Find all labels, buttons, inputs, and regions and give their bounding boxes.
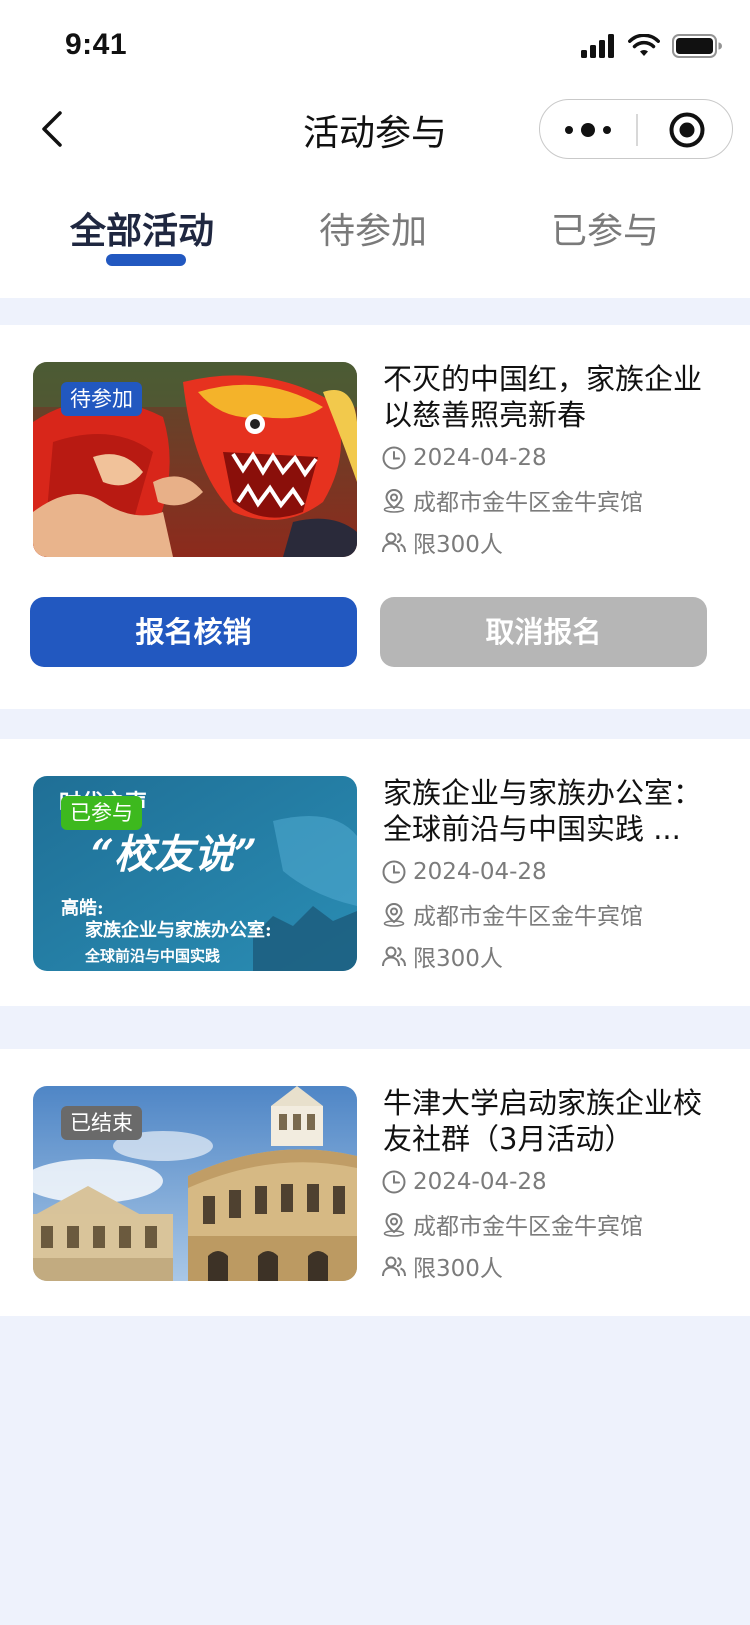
cancel-registration-button[interactable]: 取消报名 [380,597,707,667]
poster-line1-text: 家族企业与家族办公室: [85,919,272,941]
people-icon [382,946,406,967]
mini-program-capsule [539,99,733,159]
event-image: 已结束 [33,1086,357,1281]
event-capacity-text: 限300人 [413,532,503,558]
poster-speaker-text: 高皓: [61,897,104,919]
location-pin-icon [383,902,405,927]
target-icon [669,112,705,148]
clock-icon [382,860,406,884]
location-pin-icon [383,1212,405,1237]
status-badge: 待参加 [61,382,142,416]
event-location: 成都市金牛区金牛宾馆 [381,1209,643,1240]
event-capacity: 限300人 [381,527,503,558]
event-title: 不灭的中国红，家族企业以慈善照亮新春 [383,362,703,432]
tab-all-events[interactable]: 全部活动 [27,202,257,254]
location-pin-icon [383,488,405,513]
tab-active-indicator [106,254,186,266]
event-date-text: 2024-04-28 [413,1169,547,1195]
people-icon [382,532,406,553]
status-badge: 已参与 [61,796,142,830]
event-date-text: 2024-04-28 [413,859,547,885]
status-badge: 已结束 [61,1106,142,1140]
event-image: 待参加 [33,362,357,557]
event-location: 成都市金牛区金牛宾馆 [381,485,643,516]
event-date: 2024-04-28 [381,1167,547,1197]
close-mini-program-button[interactable] [638,100,732,160]
people-icon [382,1256,406,1277]
status-icons [580,34,722,58]
event-card[interactable]: 已结束 牛津大学启动家族企业校友社群（3月活动） 2024-04-28 成都市金… [0,1049,750,1316]
event-image: 时代之声 “校友说” 高皓: 家族企业与家族办公室: 全球前沿与中国实践 已参与 [33,776,357,971]
event-location-text: 成都市金牛区金牛宾馆 [413,490,643,516]
event-location-text: 成都市金牛区金牛宾馆 [413,904,643,930]
poster-quote-text: “校友说” [91,831,257,878]
event-capacity-text: 限300人 [413,946,503,972]
battery-icon [672,34,722,58]
more-button[interactable] [540,100,636,160]
signal-icon [581,34,614,58]
event-capacity: 限300人 [381,941,503,972]
event-location-text: 成都市金牛区金牛宾馆 [413,1214,643,1240]
event-capacity: 限300人 [381,1251,503,1282]
more-dots-icon [565,123,611,137]
event-date: 2024-04-28 [381,857,547,887]
event-location: 成都市金牛区金牛宾馆 [381,899,643,930]
status-time: 9:41 [65,28,128,61]
poster-line2-text: 全球前沿与中国实践 [84,947,220,965]
event-date-text: 2024-04-28 [413,445,547,471]
event-title: 家族企业与家族办公室：全球前沿与中国实践 ... [383,776,703,846]
event-capacity-text: 限300人 [413,1256,503,1282]
event-title: 牛津大学启动家族企业校友社群（3月活动） [383,1086,703,1156]
event-date: 2024-04-28 [381,443,547,473]
event-card[interactable]: 时代之声 “校友说” 高皓: 家族企业与家族办公室: 全球前沿与中国实践 已参与… [0,739,750,1006]
wifi-icon [628,34,660,56]
tab-participated[interactable]: 已参与 [490,202,720,254]
clock-icon [382,1170,406,1194]
clock-icon [382,446,406,470]
tab-pending[interactable]: 待参加 [258,202,488,254]
checkin-button[interactable]: 报名核销 [30,597,357,667]
